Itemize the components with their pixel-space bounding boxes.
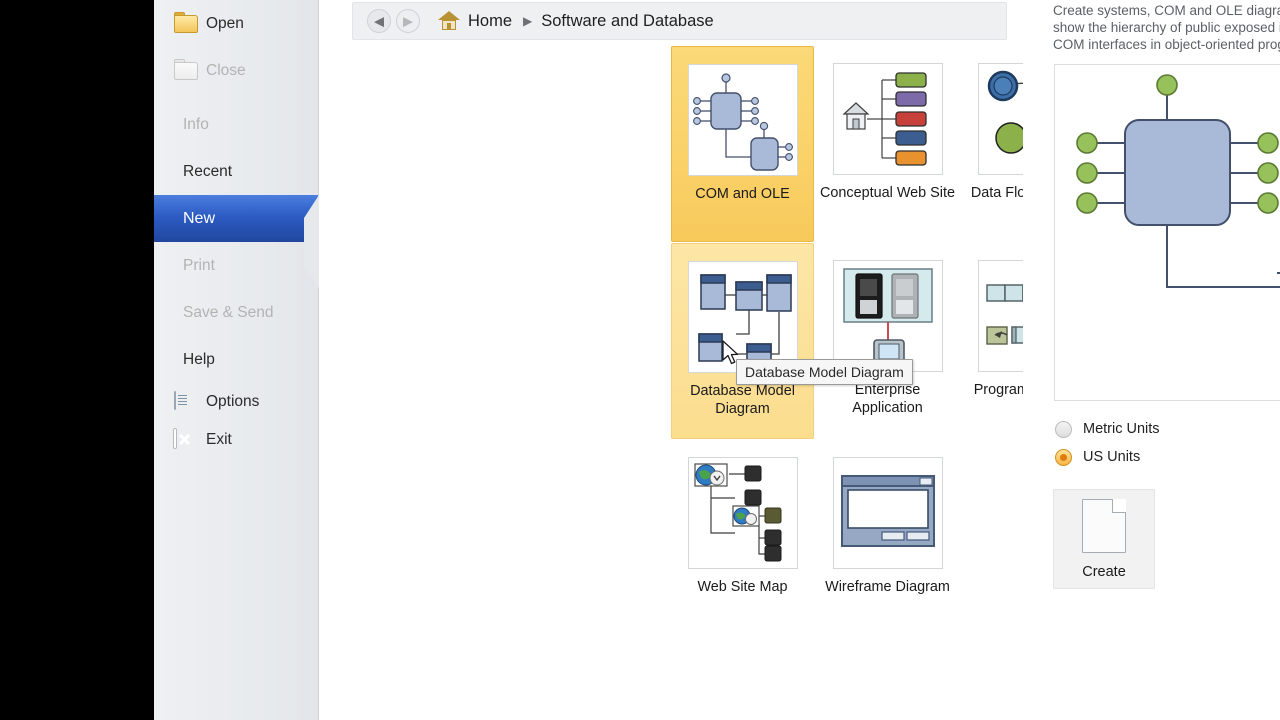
breadcrumb-current: Software and Database [541, 11, 714, 30]
thumbnail-wireframe-diagram [832, 457, 943, 569]
left-black-gutter [0, 0, 154, 720]
radio-icon-selected[interactable] [1055, 448, 1072, 466]
template-preview-image [1054, 64, 1280, 401]
radio-metric-units[interactable]: Metric Units [1055, 415, 1160, 443]
template-label: COM and OLE [695, 186, 790, 202]
template-tile-database-model-diagram[interactable]: Database Model Diagram [671, 243, 814, 439]
radio-label: Metric Units [1083, 421, 1160, 437]
open-folder-icon [174, 11, 198, 34]
units-radio-group: Metric Units US Units [1055, 415, 1160, 471]
thumbnail-web-site-map [687, 457, 798, 569]
create-button-label: Create [1082, 563, 1126, 580]
sidebar-item-help[interactable]: Help [154, 336, 318, 383]
template-label: Web Site Map [697, 579, 788, 595]
sidebar-item-exit[interactable]: Exit [154, 421, 318, 459]
template-label: Conceptual Web Site [820, 185, 955, 201]
template-tile-wireframe-diagram[interactable]: Wireframe Diagram [816, 440, 959, 596]
sidebar-item-label: Print [183, 256, 215, 274]
thumbnail-conceptual-web-site [832, 63, 943, 175]
sidebar-item-label: Save & Send [183, 303, 274, 321]
template-tile-web-site-map[interactable]: Web Site Map [671, 440, 814, 596]
template-label: Wireframe Diagram [825, 579, 950, 595]
close-folder-icon [174, 58, 198, 81]
sidebar-item-new[interactable]: New [154, 195, 319, 288]
preview-pane: Create systems, COM and OLE diagrams whi… [1023, 0, 1280, 720]
thumbnail-com-and-ole [687, 64, 798, 176]
forward-button[interactable]: ▶ [396, 9, 420, 33]
home-icon[interactable] [438, 11, 460, 31]
sidebar-item-label: Recent [183, 162, 233, 180]
sidebar-item-options[interactable]: Options [154, 383, 318, 421]
sidebar-item-label: Open [206, 14, 244, 32]
template-label: Database Model Diagram [690, 383, 795, 417]
exit-x-icon [174, 429, 198, 450]
sidebar-item-label: Close [206, 61, 246, 79]
radio-icon[interactable] [1055, 420, 1072, 438]
forward-arrow-icon: ▶ [403, 13, 413, 29]
template-tile-enterprise-application[interactable]: Enterprise Application [816, 243, 959, 417]
back-arrow-icon: ◀ [374, 13, 384, 29]
create-button[interactable]: Create [1053, 489, 1155, 589]
breadcrumb-home[interactable]: Home [468, 12, 512, 31]
sidebar-item-label: New [183, 209, 216, 227]
tooltip: Database Model Diagram [736, 359, 913, 385]
sidebar-item-close[interactable]: Close [154, 47, 318, 94]
tooltip-text: Database Model Diagram [745, 364, 904, 380]
thumbnail-enterprise-application [832, 260, 943, 372]
new-document-icon [1082, 498, 1126, 553]
mouse-cursor [722, 340, 739, 365]
chevron-right-icon: ▶ [523, 14, 533, 28]
template-tile-com-and-ole[interactable]: COM and OLE [671, 46, 814, 242]
template-label: Enterprise Application [852, 382, 923, 416]
thumbnail-database-model-diagram [687, 261, 798, 373]
sidebar-item-label: Exit [206, 431, 232, 448]
visio-backstage-new-screen: Save As Open Close Info Recent New Print [0, 0, 1280, 720]
sidebar-item-label: Options [206, 393, 260, 410]
breadcrumb: ◀ ▶ Home ▶ Software and Database [352, 2, 1007, 40]
sidebar-item-info[interactable]: Info [154, 101, 318, 148]
options-doc-icon [174, 391, 198, 412]
sidebar-item-label: Info [183, 115, 209, 133]
radio-label: US Units [1083, 449, 1141, 465]
template-gallery-pane: ◀ ▶ Home ▶ Software and Database COM and… [319, 0, 1243, 720]
template-description: Create systems, COM and OLE diagrams whi… [1053, 3, 1280, 52]
back-button[interactable]: ◀ [367, 9, 391, 33]
sidebar-item-recent[interactable]: Recent [154, 148, 318, 195]
sidebar-item-label: Help [183, 350, 215, 368]
sidebar-item-open[interactable]: Open [154, 0, 318, 47]
sidebar-item-save-and-send[interactable]: Save & Send [154, 289, 318, 336]
sidebar-item-print[interactable]: Print [154, 242, 318, 289]
radio-us-units[interactable]: US Units [1055, 443, 1160, 471]
backstage-sidebar: Save As Open Close Info Recent New Print [154, 0, 319, 720]
template-tile-conceptual-web-site[interactable]: Conceptual Web Site [816, 46, 959, 202]
